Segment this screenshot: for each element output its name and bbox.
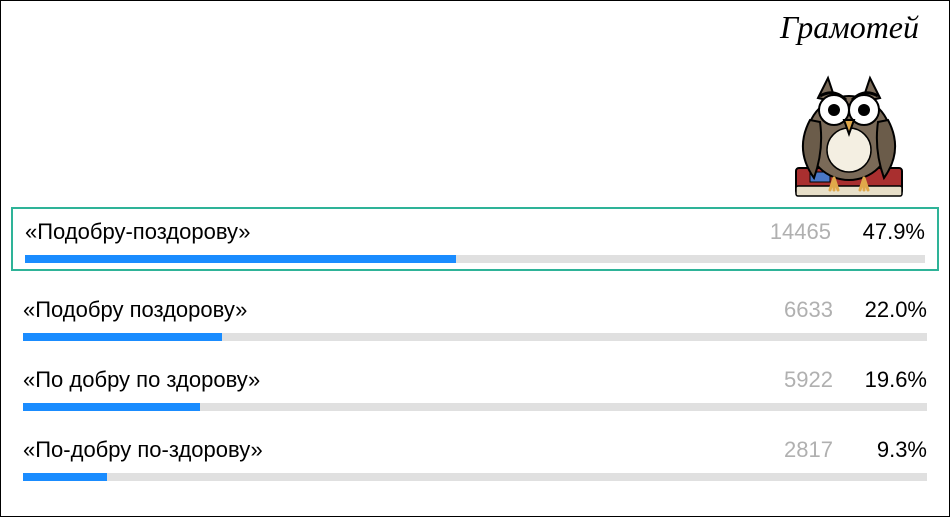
brand-title: Грамотей xyxy=(780,9,919,46)
bar-track xyxy=(23,333,927,341)
option-label: «По-добру по-здорову» xyxy=(23,437,773,463)
vote-percent: 22.0% xyxy=(857,297,927,323)
vote-count: 6633 xyxy=(773,297,833,323)
option-label: «Подобру-поздорову» xyxy=(25,219,770,245)
option-label: «По добру по здорову» xyxy=(23,367,773,393)
poll-option-3[interactable]: «По добру по здорову» 5922 19.6% xyxy=(11,357,939,411)
option-label: «Подобру поздорову» xyxy=(23,297,773,323)
bar-fill xyxy=(23,473,107,481)
poll-option-1[interactable]: «Подобру-поздорову» 14465 47.9% xyxy=(11,207,939,271)
vote-count: 2817 xyxy=(773,437,833,463)
poll-row-header: «Подобру поздорову» 6633 22.0% xyxy=(23,297,927,323)
vote-percent: 9.3% xyxy=(857,437,927,463)
bar-track xyxy=(25,255,925,263)
poll-row-header: «По добру по здорову» 5922 19.6% xyxy=(23,367,927,393)
bar-track xyxy=(23,403,927,411)
vote-count: 5922 xyxy=(773,367,833,393)
vote-count: 14465 xyxy=(770,219,831,245)
poll-row-header: «Подобру-поздорову» 14465 47.9% xyxy=(25,219,925,245)
owl-icon xyxy=(784,50,914,200)
bar-fill xyxy=(23,403,200,411)
bar-track xyxy=(23,473,927,481)
vote-percent: 19.6% xyxy=(857,367,927,393)
poll-option-2[interactable]: «Подобру поздорову» 6633 22.0% xyxy=(11,287,939,341)
bar-fill xyxy=(25,255,456,263)
brand-block: Грамотей xyxy=(780,9,919,200)
poll-option-4[interactable]: «По-добру по-здорову» 2817 9.3% xyxy=(11,427,939,481)
poll-list: «Подобру-поздорову» 14465 47.9% «Подобру… xyxy=(11,207,939,497)
bar-fill xyxy=(23,333,222,341)
poll-row-header: «По-добру по-здорову» 2817 9.3% xyxy=(23,437,927,463)
vote-percent: 47.9% xyxy=(855,219,925,245)
